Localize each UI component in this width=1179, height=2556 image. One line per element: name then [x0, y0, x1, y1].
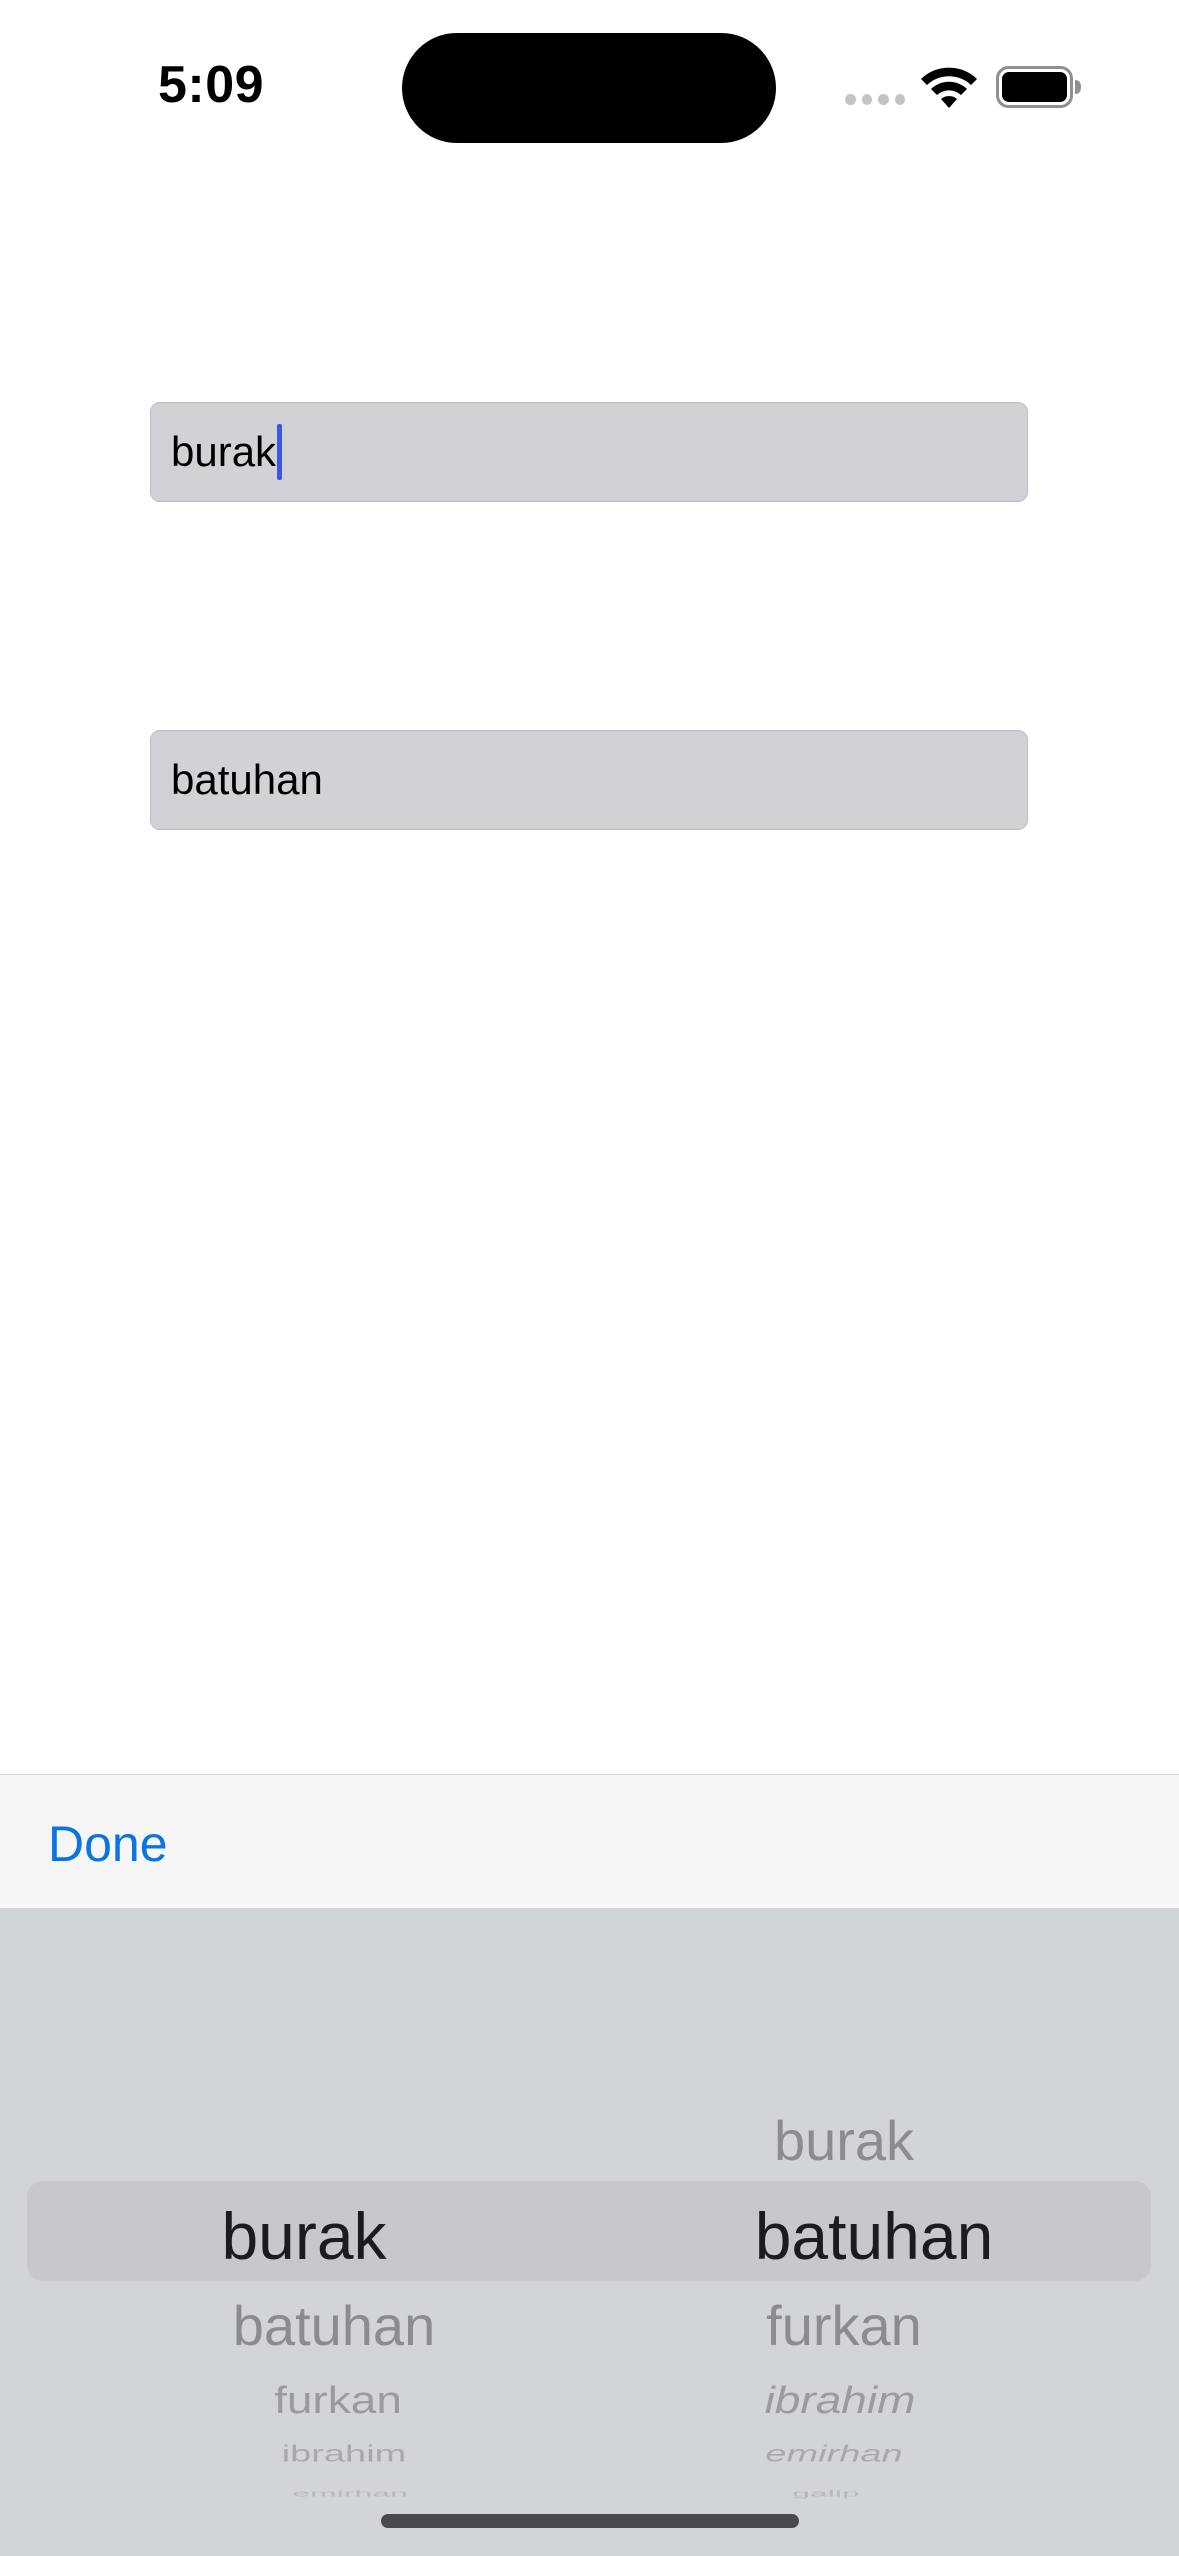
done-button[interactable]: Done — [48, 1815, 168, 1873]
name-text-field-1[interactable]: burak — [150, 402, 1028, 502]
text-cursor — [277, 424, 283, 480]
picker-right-item[interactable]: ibrahim — [765, 2378, 916, 2422]
picker-right-selected-item[interactable]: batuhan — [755, 2198, 994, 2274]
battery-icon — [996, 66, 1081, 108]
picker-left-item[interactable]: furkan — [274, 2378, 402, 2422]
status-time: 5:09 — [158, 56, 265, 114]
name-text-field-2[interactable]: batuhan — [150, 730, 1028, 830]
home-indicator[interactable] — [381, 2514, 799, 2528]
picker-left-item[interactable]: batuhan — [233, 2293, 435, 2358]
text-field-value: burak — [171, 428, 277, 475]
text-field-value: batuhan — [171, 756, 323, 803]
dynamic-island — [402, 33, 776, 143]
cellular-signal-icon — [845, 94, 905, 106]
wifi-icon — [921, 67, 977, 108]
picker-right-item[interactable]: burak — [774, 2108, 914, 2173]
picker-right-item[interactable]: furkan — [766, 2293, 922, 2358]
input-accessory-toolbar: Done — [0, 1774, 1179, 1908]
picker-left-item[interactable]: ibrahim — [282, 2442, 407, 2468]
picker-left-selected-item[interactable]: burak — [221, 2198, 386, 2274]
picker-right-item[interactable]: emirhan — [765, 2442, 902, 2468]
picker-right-item[interactable]: galip — [792, 2488, 860, 2499]
picker-left-item[interactable]: emirhan — [292, 2488, 408, 2499]
picker-view[interactable]: burak batuhan furkan ibrahim emirhan bur… — [0, 1908, 1179, 2556]
